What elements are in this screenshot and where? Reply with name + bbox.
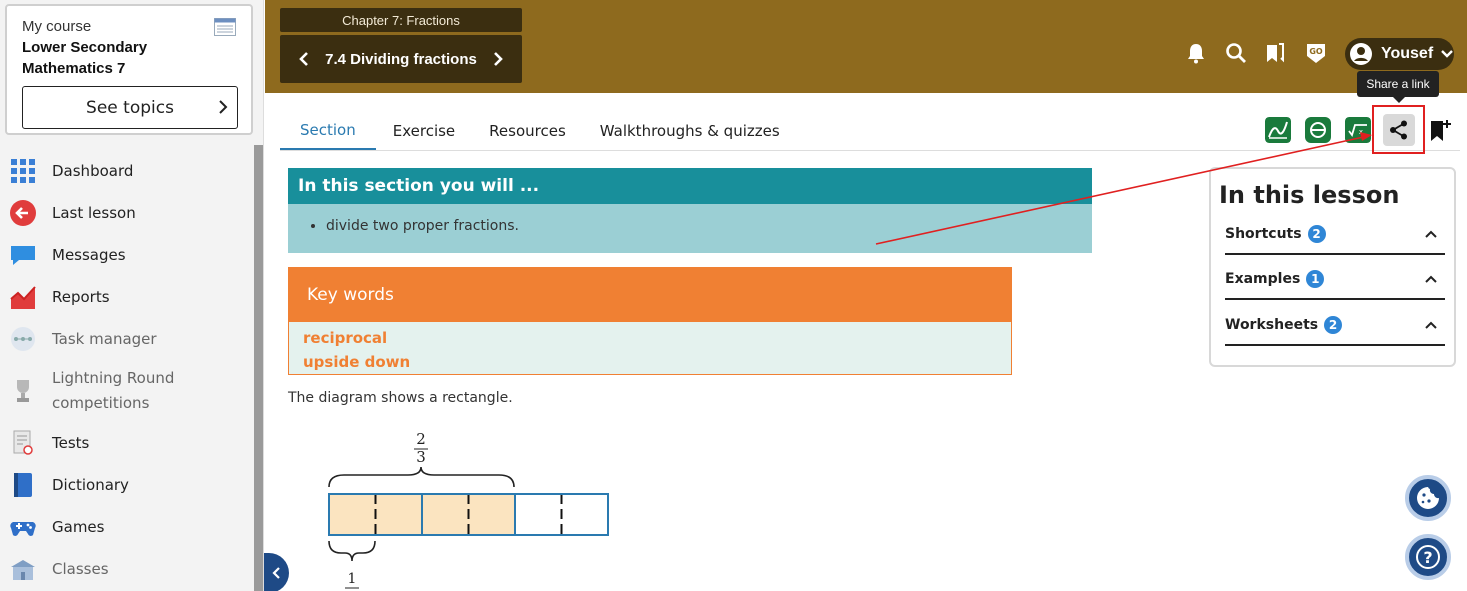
section-goals-list: divide two proper fractions. [288, 204, 1092, 234]
key-words-list: reciprocal upside down [289, 322, 1011, 374]
top-fraction-denominator: 3 [416, 448, 426, 466]
course-title: Lower Secondary Mathematics 7 [22, 39, 148, 77]
chevron-right-icon [494, 52, 503, 66]
go-icon[interactable]: GO [1304, 41, 1328, 65]
cookie-settings-button[interactable] [1405, 475, 1451, 521]
user-avatar-icon [1350, 43, 1372, 65]
sidebar-item-task-manager[interactable]: Task manager [0, 318, 254, 360]
sidebar-item-lightning-round[interactable]: Lightning Round competitions [0, 360, 254, 422]
question-icon: ? [1416, 545, 1440, 569]
sidebar-item-tests[interactable]: Tests [0, 422, 254, 464]
rectangle-cell [422, 494, 469, 535]
calculator-tool-icon[interactable]: x [1345, 117, 1371, 143]
count-badge: 2 [1307, 225, 1326, 243]
chevron-up-icon [1425, 230, 1437, 238]
previous-lesson-button[interactable] [294, 49, 314, 69]
chevron-up-icon [1425, 321, 1437, 329]
sidebar-item-games[interactable]: Games [0, 506, 254, 548]
rectangle-cell [329, 494, 376, 535]
key-words-heading: Key words [289, 268, 1011, 322]
sidebar-item-last-lesson[interactable]: Last lesson [0, 192, 254, 234]
key-word-link[interactable]: reciprocal [303, 326, 1011, 350]
svg-text:x: x [1359, 128, 1363, 136]
grid-icon [11, 159, 35, 183]
course-kicker: My course [22, 18, 92, 35]
accordion-examples[interactable]: Examples 1 [1225, 260, 1445, 300]
help-button[interactable]: ? [1405, 534, 1451, 580]
chevron-left-icon [299, 52, 308, 66]
section-goals-heading: In this section you will ... [288, 168, 1092, 204]
task-icon [11, 327, 35, 351]
sidebar: My course Lower Secondary Mathematics 7 … [0, 0, 264, 591]
next-lesson-button[interactable] [488, 49, 508, 69]
rectangle-cell [515, 494, 562, 535]
test-icon [13, 430, 33, 455]
rectangle-cell [375, 494, 422, 535]
school-icon [11, 560, 35, 580]
top-bar: Chapter 7: Fractions 7.4 Dividing fracti… [265, 0, 1467, 93]
bottom-brace [328, 540, 376, 562]
diagram-caption: The diagram shows a rectangle. [288, 390, 513, 406]
graph-tool-icon[interactable] [1265, 117, 1291, 143]
collapse-sidebar-button[interactable] [264, 553, 289, 591]
sidebar-scrollbar[interactable] [254, 145, 263, 591]
annotation-highlight-box [1372, 105, 1425, 154]
share-tooltip: Share a link [1357, 71, 1439, 103]
in-this-lesson-panel: In this lesson Shortcuts 2 Examples 1 Wo… [1209, 167, 1456, 367]
sidebar-item-messages[interactable]: Messages [0, 234, 254, 276]
chevron-left-icon [271, 567, 280, 579]
lesson-title: 7.4 Dividing fractions [325, 50, 477, 68]
rectangle-cells [328, 493, 609, 536]
sidebar-item-dictionary[interactable]: Dictionary [0, 464, 254, 506]
gamepad-icon [10, 522, 36, 536]
back-arrow-icon [10, 200, 36, 226]
calendar-icon [214, 18, 236, 36]
top-fraction-numerator: 2 [416, 430, 426, 448]
bookmarks-icon[interactable] [1263, 41, 1287, 65]
bell-icon[interactable] [1184, 41, 1208, 65]
sidebar-item-dashboard[interactable]: Dashboard [0, 150, 254, 192]
user-name: Yousef [1381, 45, 1434, 62]
accordion-shortcuts[interactable]: Shortcuts 2 [1225, 215, 1445, 255]
see-topics-button[interactable]: See topics [22, 86, 238, 129]
section-goals-box: In this section you will ... divide two … [288, 168, 1092, 253]
chat-icon [11, 246, 35, 265]
sidebar-item-reports[interactable]: Reports [0, 276, 254, 318]
bookmark-add-icon[interactable] [1428, 118, 1454, 144]
sidebar-item-classes[interactable]: Classes [0, 548, 254, 590]
chevron-right-icon [219, 100, 228, 114]
chevron-up-icon [1425, 275, 1437, 283]
lesson-navigator: 7.4 Dividing fractions [280, 35, 522, 83]
tab-walkthroughs[interactable]: Walkthroughs & quizzes [583, 112, 797, 150]
course-card: My course Lower Secondary Mathematics 7 … [5, 4, 253, 135]
top-brace [328, 466, 515, 488]
count-badge: 1 [1306, 270, 1325, 288]
svg-text:?: ? [1423, 548, 1432, 567]
key-words-box: Key words reciprocal upside down [288, 267, 1012, 375]
rectangle-cell [561, 494, 608, 535]
tab-section[interactable]: Section [280, 112, 376, 150]
tab-resources[interactable]: Resources [472, 112, 583, 150]
sidebar-nav: Dashboard Last lesson Messages Reports T… [0, 150, 254, 590]
rectangle-cell [468, 494, 515, 535]
count-badge: 2 [1324, 316, 1343, 334]
chapter-label[interactable]: Chapter 7: Fractions [280, 8, 522, 32]
trophy-icon [17, 380, 29, 402]
svg-text:GO: GO [1309, 47, 1323, 56]
key-word-link[interactable]: upside down [303, 350, 1011, 374]
chart-icon [10, 286, 36, 309]
list-item: divide two proper fractions. [326, 218, 1092, 234]
geometry-tool-icon[interactable] [1305, 117, 1331, 143]
bottom-fraction-numerator: 1 [348, 571, 357, 587]
book-icon [14, 473, 32, 497]
chevron-down-icon [1441, 50, 1454, 58]
accordion-worksheets[interactable]: Worksheets 2 [1225, 306, 1445, 346]
tab-exercise[interactable]: Exercise [376, 112, 472, 150]
in-this-lesson-title: In this lesson [1219, 181, 1400, 209]
cookie-icon [1417, 487, 1439, 509]
user-menu-button[interactable]: Yousef [1345, 38, 1454, 70]
fraction-rectangle-diagram: 2 3 1 [328, 430, 609, 589]
search-icon[interactable] [1224, 41, 1248, 65]
